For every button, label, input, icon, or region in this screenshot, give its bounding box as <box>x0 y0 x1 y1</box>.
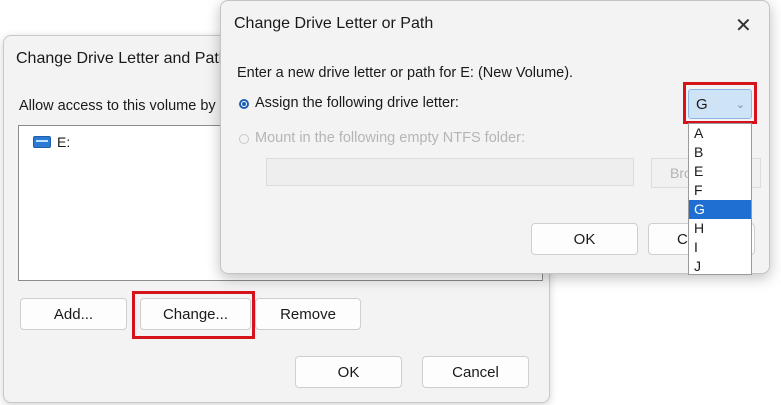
back-dialog-title: Change Drive Letter and Path <box>16 50 228 67</box>
close-icon[interactable]: ✕ <box>735 13 752 38</box>
remove-button[interactable]: Remove <box>255 298 361 330</box>
allow-access-label: Allow access to this volume by <box>19 98 216 114</box>
front-ok-button[interactable]: OK <box>531 223 638 255</box>
drive-letter-dropdown[interactable]: A B E F G H I J <box>688 123 752 275</box>
list-item-label: E: <box>57 134 71 150</box>
chevron-down-icon: ⌄ <box>735 99 745 111</box>
drive-option-g[interactable]: G <box>689 200 751 219</box>
drive-icon <box>33 136 51 148</box>
drive-option-i[interactable]: I <box>689 238 751 257</box>
drive-option-j[interactable]: J <box>689 257 751 276</box>
drive-option-h[interactable]: H <box>689 219 751 238</box>
add-button[interactable]: Add... <box>20 298 127 330</box>
mount-folder-label[interactable]: Mount in the following empty NTFS folder… <box>255 130 525 146</box>
change-button[interactable]: Change... <box>140 298 251 330</box>
list-item[interactable]: E: <box>33 134 70 150</box>
mount-folder-radio[interactable] <box>239 134 249 144</box>
mount-folder-path-input[interactable] <box>266 158 634 186</box>
selected-drive-letter: G <box>696 95 708 113</box>
back-cancel-button[interactable]: Cancel <box>422 356 529 388</box>
drive-letter-prompt: Enter a new drive letter or path for E: … <box>237 65 574 81</box>
assign-letter-radio[interactable] <box>239 99 249 109</box>
drive-option-e[interactable]: E <box>689 162 751 181</box>
back-ok-button[interactable]: OK <box>295 356 402 388</box>
drive-option-f[interactable]: F <box>689 181 751 200</box>
drive-letter-select[interactable]: G ⌄ <box>688 89 752 119</box>
assign-letter-label[interactable]: Assign the following drive letter: <box>255 95 459 111</box>
front-dialog-title: Change Drive Letter or Path <box>234 15 434 32</box>
drive-option-a[interactable]: A <box>689 124 751 143</box>
drive-option-b[interactable]: B <box>689 143 751 162</box>
